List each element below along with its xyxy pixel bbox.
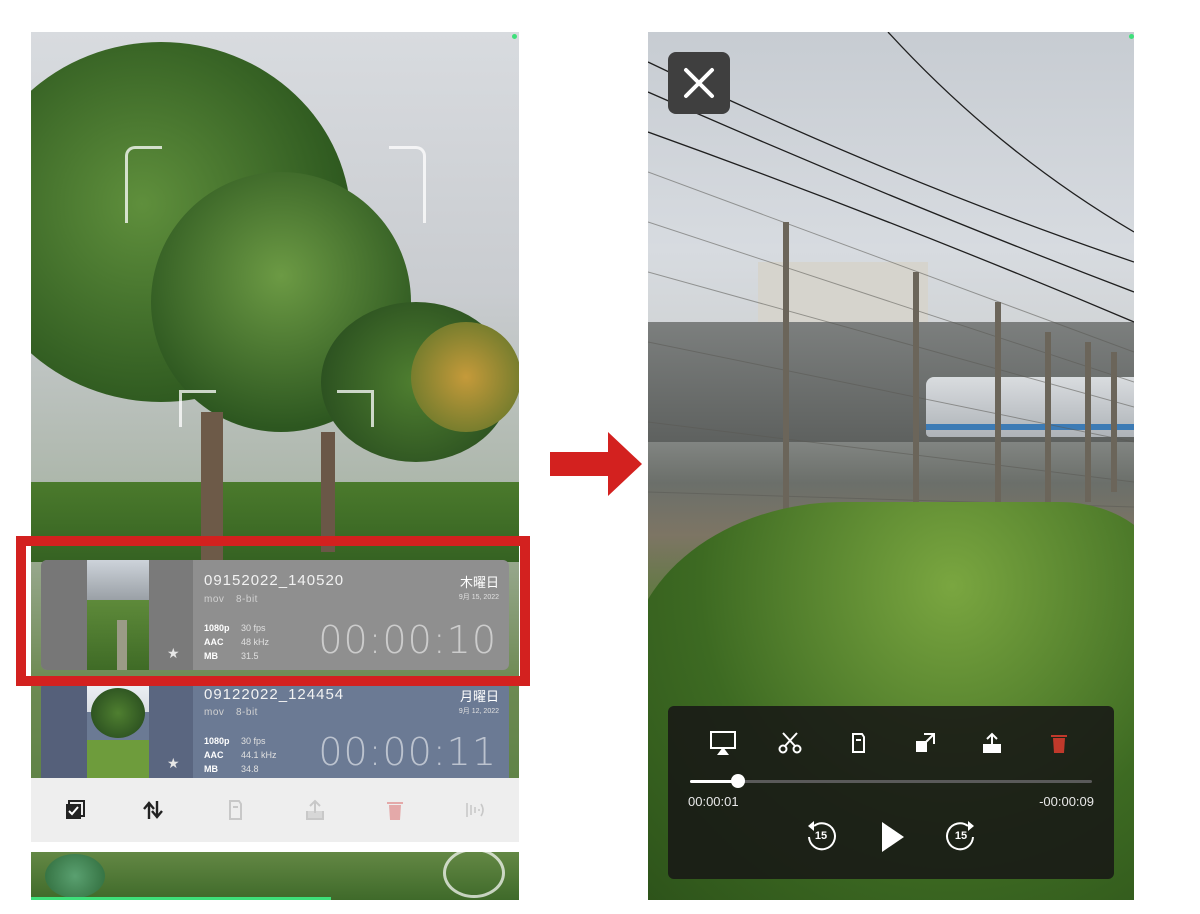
- camera-controls-strip: [31, 842, 519, 900]
- share-icon[interactable]: [301, 796, 329, 824]
- focus-bracket: [125, 146, 162, 223]
- elapsed-time: 00:00:01: [688, 794, 739, 809]
- skip-forward-button[interactable]: 15: [944, 820, 978, 854]
- close-button[interactable]: [668, 52, 730, 114]
- resize-icon: [916, 733, 935, 752]
- trash-icon[interactable]: [381, 796, 409, 824]
- recording-size: 34.8: [241, 764, 259, 774]
- share-button[interactable]: [977, 728, 1007, 758]
- selection-highlight: [16, 536, 530, 686]
- player-controls-panel: 00:00:01 -00:00:09 15 15: [668, 706, 1114, 879]
- scissors-icon: [778, 732, 802, 754]
- select-checkbox-icon[interactable]: [61, 796, 89, 824]
- recording-resolution: 1080p: [204, 736, 230, 746]
- focus-bracket: [337, 390, 374, 427]
- recording-duration: 00:00:11: [318, 730, 497, 774]
- play-icon: [882, 822, 904, 852]
- recording-format: mov: [204, 707, 225, 718]
- delete-button[interactable]: [1044, 728, 1074, 758]
- recording-audio-codec: AAC: [204, 750, 224, 760]
- clip-icon: [852, 733, 865, 753]
- recording-weekday: 月曜日: [459, 689, 499, 704]
- progress-slider[interactable]: [690, 774, 1092, 788]
- video-thumbnail: [87, 682, 149, 780]
- recording-date: 9月 12, 2022: [458, 708, 499, 715]
- audio-waves-icon[interactable]: [461, 796, 489, 824]
- recordings-toolbar: [31, 778, 519, 842]
- skip-back-seconds: 15: [814, 830, 828, 842]
- play-button[interactable]: [874, 820, 908, 854]
- sort-arrows-icon[interactable]: [139, 796, 167, 824]
- close-icon: [684, 68, 714, 98]
- airplay-button[interactable]: [708, 728, 738, 758]
- recording-sample-rate: 44.1 kHz: [241, 750, 277, 760]
- recording-indicator-dot: [1129, 34, 1134, 39]
- clip-icon[interactable]: [221, 796, 249, 824]
- skip-forward-seconds: 15: [954, 830, 968, 842]
- camera-viewfinder: ★ 09152022_140520 mov 8-bit 1080p 30 fps…: [31, 32, 519, 900]
- recording-bit-depth: 8-bit: [236, 707, 258, 718]
- airplay-icon: [710, 731, 736, 755]
- focus-bracket: [179, 390, 216, 427]
- focus-bracket: [389, 146, 426, 223]
- remaining-time: -00:00:09: [1039, 794, 1094, 809]
- card-handle: [41, 682, 87, 780]
- star-icon[interactable]: ★: [167, 755, 180, 772]
- thumbnail-preview[interactable]: [45, 854, 105, 898]
- trim-button[interactable]: [775, 728, 805, 758]
- skip-back-button[interactable]: 15: [804, 820, 838, 854]
- clip-button[interactable]: [843, 728, 873, 758]
- share-icon: [983, 732, 1001, 753]
- recording-filename: 09122022_124454: [204, 686, 345, 703]
- right-arrow-icon: [550, 432, 642, 496]
- progress-thumb[interactable]: [731, 774, 746, 788]
- trash-icon: [1051, 735, 1067, 753]
- recording-indicator-dot: [512, 34, 517, 39]
- recording-card[interactable]: ★ 09122022_124454 mov 8-bit 1080p 30 fps…: [41, 682, 509, 780]
- recording-fps: 30 fps: [241, 736, 266, 746]
- resize-button[interactable]: [910, 728, 940, 758]
- recording-size-unit: MB: [204, 764, 218, 774]
- shutter-button[interactable]: [443, 848, 505, 898]
